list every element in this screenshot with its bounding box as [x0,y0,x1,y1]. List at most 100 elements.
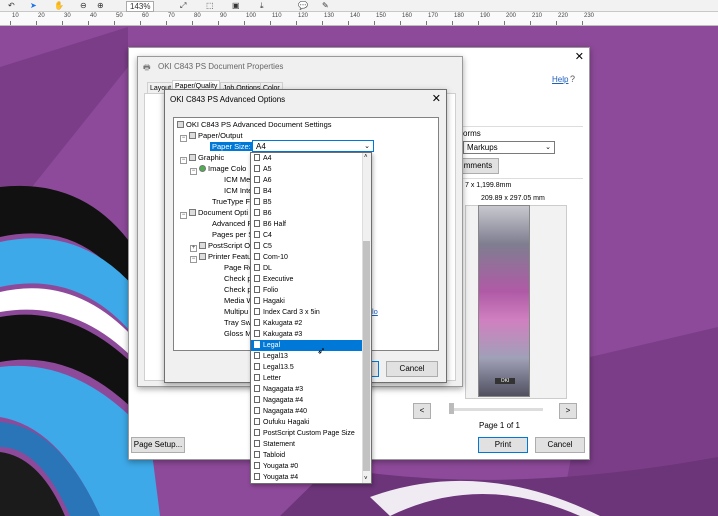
paper-size-option[interactable]: C5 [251,241,371,252]
tree-icm-method[interactable]: ICM Met [224,175,252,185]
page-slider-thumb[interactable] [449,403,454,414]
paper-size-option[interactable]: C4 [251,230,371,241]
paper-size-option[interactable]: Folio [251,285,371,296]
tree-document-options[interactable]: − Document Opti [180,208,248,219]
paper-size-option[interactable]: Tabloid [251,450,371,461]
paper-size-option[interactable]: Oufuku Hagaki [251,417,371,428]
fit-page-icon[interactable]: ⤢ [180,1,186,10]
paper-size-option[interactable]: Com-10 [251,252,371,263]
document-icon [254,176,260,183]
paper-size-option[interactable]: Letter [251,373,371,384]
cancel-button[interactable]: Cancel [386,361,438,377]
tree-truetype[interactable]: TrueType Fo [212,197,254,207]
tree-check-2[interactable]: Check p [224,285,252,295]
window-title: OKI C843 PS Document Properties [158,62,284,71]
tree-advanced-printing[interactable]: Advanced P [212,219,252,229]
scroll-up-icon[interactable]: ˄ [364,154,368,160]
document-icon [254,341,260,348]
tree-graphic[interactable]: − Graphic [180,153,224,164]
paper-size-option[interactable]: Nagagata #4 [251,395,371,406]
paper-size-option[interactable]: B5 [251,197,371,208]
paper-size-option[interactable]: A5 [251,164,371,175]
collapse-icon[interactable]: − [190,256,197,263]
expand-icon[interactable]: + [190,245,197,252]
tree-tray-switch[interactable]: Tray Swi [224,318,253,328]
collapse-icon[interactable]: − [180,135,187,142]
tree-image-color[interactable]: − Image Colo [190,164,246,175]
tree-printer-features[interactable]: − Printer Featu [190,252,251,263]
paper-size-option[interactable]: B6 Half [251,219,371,230]
scrollbar[interactable]: ˄ ˅ [362,153,371,483]
paper-size-option[interactable]: Executive [251,274,371,285]
tree-icm-intent[interactable]: ICM Inte [224,186,252,196]
crop-icon[interactable]: ▣ [232,1,240,10]
cancel-button[interactable]: Cancel [535,437,585,453]
mouse-cursor-icon: ➶ [317,346,326,357]
printer-icon [177,121,184,128]
tree-page-rotate[interactable]: Page Ro [224,263,253,273]
paper-size-option[interactable]: B4 [251,186,371,197]
paper-size-option[interactable]: Statement [251,439,371,450]
page-setup-button[interactable]: Page Setup... [131,437,185,453]
paper-size-option[interactable]: Nagagata #3 [251,384,371,395]
tree-gloss-mode[interactable]: Gloss M [224,329,252,339]
paper-size-dropdown-list[interactable]: A4 A5 A6 B4 B5 B6 B6 Half C4 C5 Com-10 DL Executive… [250,152,372,484]
print-button[interactable]: Print [478,437,528,453]
tree-postscript-options[interactable]: + PostScript O [190,241,250,252]
paper-size-option[interactable]: Legal13 [251,351,371,362]
help-icon[interactable]: ? [570,74,575,84]
collapse-icon[interactable]: − [180,212,187,219]
paper-size-option[interactable]: PostScript Custom Page Size [251,428,371,439]
paper-size-option[interactable]: A6 [251,175,371,186]
zoom-out-icon[interactable]: ⊖ [80,1,87,10]
pen-icon[interactable]: ✎ [322,1,329,10]
info-link[interactable]: lo [372,307,378,317]
paper-size-option[interactable]: Kakugata #2 [251,318,371,329]
zoom-level[interactable]: 143% [126,1,155,12]
scrollbar-thumb[interactable] [363,241,370,471]
paper-size-select[interactable]: A4 ⌄ [252,140,374,152]
tree-paper-output[interactable]: − Paper/Output [180,131,243,142]
prev-page-button[interactable]: < [413,403,431,419]
collapse-icon[interactable]: − [180,157,187,164]
document-icon [254,209,260,216]
tree-multipurpose[interactable]: Multipu [224,307,248,317]
hand-icon[interactable]: ✋ [54,1,64,10]
paper-size-option[interactable]: Kakugata #3 [251,329,371,340]
tree-root[interactable]: OKI C843 PS Advanced Document Settings [177,120,332,130]
zoom-in-icon[interactable]: ⊕ [97,1,104,10]
next-page-button[interactable]: > [559,403,577,419]
document-icon [254,429,260,436]
comment-icon[interactable]: 💬 [298,1,308,10]
paper-size-option[interactable]: A4 [251,153,371,164]
document-icon [254,462,260,469]
paper-size-option[interactable]: Index Card 3 x 5in [251,307,371,318]
ruler-tick [426,21,427,25]
comments-button[interactable]: mments [457,158,499,174]
paper-size-option[interactable]: B6 [251,208,371,219]
select-arrow-icon[interactable]: ➤ [30,1,37,10]
document-icon [254,451,260,458]
ruler-tick [10,21,11,25]
help-link[interactable]: Help [552,75,568,84]
undo-icon[interactable]: ↶ [8,1,15,10]
paper-size-option[interactable]: Legal [251,340,371,351]
scroll-down-icon[interactable]: ˅ [364,476,368,482]
paper-size-option[interactable]: Hagaki [251,296,371,307]
markups-select[interactable]: Markups ⌄ [463,141,555,154]
page-slider[interactable] [451,408,543,411]
document-icon [189,209,196,216]
paper-size-option[interactable]: Yougata #0 [251,461,371,472]
paper-size-option[interactable]: Legal13.5 [251,362,371,373]
collapse-icon[interactable]: − [190,168,197,175]
paper-size-option[interactable]: Nagagata #40 [251,406,371,417]
close-icon[interactable]: ✕ [575,50,584,63]
close-icon[interactable]: ✕ [432,92,441,105]
document-icon [254,198,260,205]
paper-size-option[interactable]: Yougata #4 [251,472,371,483]
marquee-icon[interactable]: ⬚ [206,1,214,10]
paper-size-option[interactable]: DL [251,263,371,274]
tree-check-1[interactable]: Check p [224,274,252,284]
download-icon[interactable]: ⤓ [260,1,264,10]
tree-paper-size[interactable]: Paper Size: [210,142,253,152]
